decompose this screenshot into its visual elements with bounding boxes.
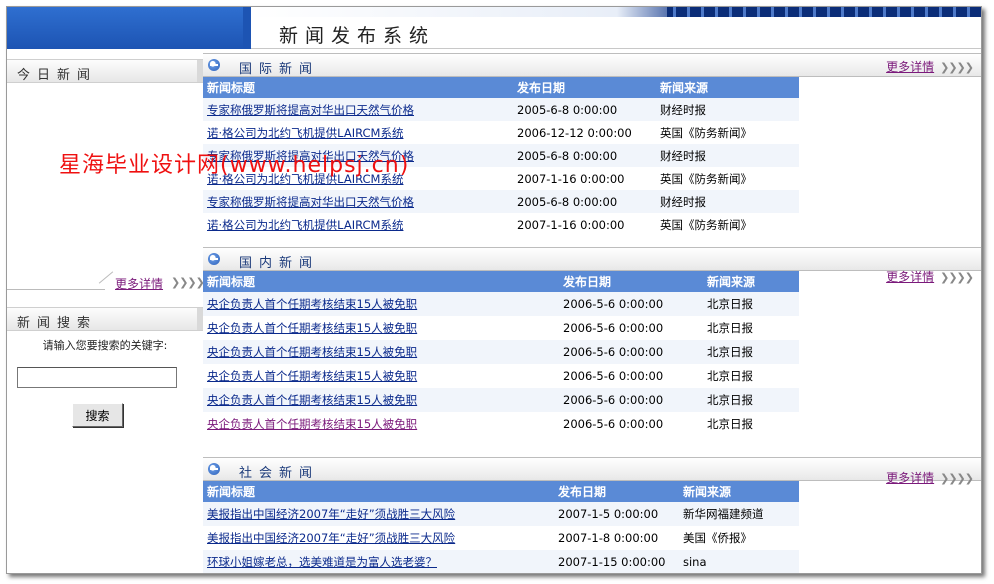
international-more-link[interactable]: 更多详情 — [886, 60, 934, 74]
table-row: 央企负责人首个任期考核结束15人被免职 2006-5-6 0:00:00 北京日报 — [207, 417, 753, 431]
site-header: 新闻发布系统 — [7, 7, 981, 49]
table-row: 央企负责人首个任期考核结束15人被免职 2006-5-6 0:00:00 北京日报 — [207, 321, 753, 335]
section-title: 国际新闻 — [239, 62, 320, 77]
section-title: 国内新闻 — [239, 256, 320, 271]
section-header: 国际新闻 更多详情 ❯❯❯❯ — [203, 53, 981, 77]
news-table: 新闻标题 发布日期 新闻来源 央企负责人首个任期考核结束15人被免职 2006-5… — [203, 271, 799, 436]
table-row: 诺·格公司为北约飞机提供LAIRCM系统 2007-1-16 0:00:00 英国《… — [207, 171, 752, 186]
table-row: 央企负责人首个任期考核结束15人被免职 2006-5-6 0:00:00 北京日报 — [203, 292, 799, 316]
table-row: 诺·格公司为北约飞机提供LAIRCM系统 2007-1-16 0:00:00 英国《… — [207, 217, 752, 232]
news-link[interactable]: 央企负责人首个任期考核结束15人被免职 — [207, 393, 417, 407]
today-more-link[interactable]: 更多详情 — [115, 275, 163, 292]
col-date: 发布日期 — [554, 481, 679, 502]
search-title: 新闻搜索 — [17, 316, 98, 331]
news-link[interactable]: 诺·格公司为北约飞机提供LAIRCM系统 — [207, 126, 403, 140]
table-row: 专家称俄罗斯将提高对华出口天然气价格 2005-6-8 0:00:00 财经时报 — [203, 144, 799, 167]
news-link[interactable]: 美报指出中国经济2007年“走好”须战胜三大风险 — [207, 507, 455, 521]
domestic-news-section: 国内新闻 更多详情 ❯❯❯❯ 新闻标题 发布日期 新闻来源 央企负责人首个任期考核… — [203, 247, 981, 436]
search-prompt: 请输入您要搜索的关键字: — [42, 339, 168, 352]
table-row: 央企负责人首个任期考核结束15人被免职 2006-5-6 0:00:00 北京日报 — [203, 340, 799, 364]
section-title: 社会新闻 — [239, 466, 320, 481]
table-row: 美报指出中国经济2007年“走好”须战胜三大风险 2007-1-8 0:00:00… — [207, 531, 752, 545]
double-chevron-icon: ❯❯❯❯ — [940, 61, 974, 74]
news-link[interactable]: 美报指出中国经济2007年“走好”须战胜三大风险 — [207, 531, 455, 545]
site-title: 新闻发布系统 — [279, 25, 436, 47]
search-button[interactable]: 搜索 — [72, 403, 123, 427]
table-row: 央企负责人首个任期考核结束15人被免职 2006-5-6 0:00:00 北京日报 — [203, 388, 799, 412]
international-news-section: 国际新闻 更多详情 ❯❯❯❯ 新闻标题 发布日期 新闻来源 专家称俄罗斯将提高对华… — [203, 53, 981, 236]
col-source: 新闻来源 — [703, 271, 799, 292]
double-chevron-icon: ❯❯❯❯ — [940, 472, 974, 485]
minus-circle-icon — [208, 463, 220, 475]
today-news-more: 更多详情 ❯❯❯❯ — [7, 271, 205, 295]
double-chevron-icon: ❯❯❯❯ — [940, 271, 974, 284]
minus-circle-icon — [208, 59, 220, 71]
table-row: 美报指出中国经济2007年“走好”须战胜三大风险 2007-1-5 0:00:00… — [203, 502, 799, 526]
section-header: 国内新闻 — [203, 247, 981, 271]
news-link[interactable]: 环球小姐嫁老总，选美难道是为富人选老婆？ — [207, 555, 437, 569]
news-link[interactable]: 专家称俄罗斯将提高对华出口天然气价格 — [207, 195, 414, 209]
table-header-row: 新闻标题 发布日期 新闻来源 — [203, 77, 799, 98]
table-row: 专家称俄罗斯将提高对华出口天然气价格 2005-6-8 0:00:00 财经时报 — [203, 190, 799, 213]
col-title: 新闻标题 — [203, 77, 513, 98]
today-news-list — [7, 79, 203, 269]
header-blue-block — [7, 7, 243, 49]
table-row: 环球小姐嫁老总，选美难道是为富人选老婆？ 2007-1-15 0:00:00 sin… — [203, 550, 799, 573]
section-header: 社会新闻 — [203, 457, 981, 481]
news-link[interactable]: 诺·格公司为北约飞机提供LAIRCM系统 — [207, 218, 403, 232]
double-chevron-icon: ❯❯❯❯ — [171, 276, 205, 289]
society-more-link[interactable]: 更多详情 — [886, 471, 934, 485]
table-row: 诺·格公司为北约飞机提供LAIRCM系统 2006-12-12 0:00:00 英国… — [207, 125, 752, 140]
col-date: 发布日期 — [559, 271, 703, 292]
col-title: 新闻标题 — [203, 481, 554, 502]
news-table: 新闻标题 发布日期 新闻来源 美报指出中国经济2007年“走好”须战胜三大风险 2… — [203, 481, 799, 573]
news-link[interactable]: 央企负责人首个任期考核结束15人被免职 — [207, 369, 417, 383]
col-title: 新闻标题 — [203, 271, 559, 292]
news-link[interactable]: 央企负责人首个任期考核结束15人被免职 — [207, 297, 417, 311]
news-link[interactable]: 央企负责人首个任期考核结束15人被免职 — [207, 345, 417, 359]
search-header: 新闻搜索 — [7, 307, 203, 331]
news-link[interactable]: 专家称俄罗斯将提高对华出口天然气价格 — [207, 103, 414, 117]
left-sidebar: 今日新闻 更多详情 ❯❯❯❯ 新闻搜索 请输入您要搜索的关键字: 搜索 — [7, 49, 205, 573]
col-date: 发布日期 — [513, 77, 656, 98]
news-search-panel: 新闻搜索 请输入您要搜索的关键字: 搜索 — [7, 307, 203, 427]
society-news-section: 社会新闻 更多详情 ❯❯❯❯ 新闻标题 发布日期 新闻来源 美报指出中国经济200… — [203, 457, 981, 573]
news-link[interactable]: 央企负责人首个任期考核结束15人被免职 — [207, 321, 417, 335]
table-header-row: 新闻标题 发布日期 新闻来源 — [203, 271, 799, 292]
col-source: 新闻来源 — [656, 77, 799, 98]
news-link[interactable]: 央企负责人首个任期考核结束15人被免职 — [207, 417, 417, 431]
news-link[interactable]: 诺·格公司为北约飞机提供LAIRCM系统 — [207, 172, 403, 186]
search-input[interactable] — [17, 367, 177, 388]
news-link[interactable]: 专家称俄罗斯将提高对华出口天然气价格 — [207, 149, 414, 163]
col-source: 新闻来源 — [679, 481, 799, 502]
news-table: 新闻标题 发布日期 新闻来源 专家称俄罗斯将提高对华出口天然气价格 2005-6-… — [203, 77, 799, 236]
table-row: 专家称俄罗斯将提高对华出口天然气价格 2005-6-8 0:00:00 财经时报 — [203, 98, 799, 121]
minus-circle-icon — [208, 253, 220, 265]
browser-page: 新闻发布系统 今日新闻 更多详情 ❯❯❯❯ 新闻搜索 请输入您要搜索的关键字: … — [6, 6, 982, 574]
table-row: 央企负责人首个任期考核结束15人被免职 2006-5-6 0:00:00 北京日报 — [207, 369, 753, 383]
domestic-more-link[interactable]: 更多详情 — [886, 270, 934, 284]
table-header-row: 新闻标题 发布日期 新闻来源 — [203, 481, 799, 502]
